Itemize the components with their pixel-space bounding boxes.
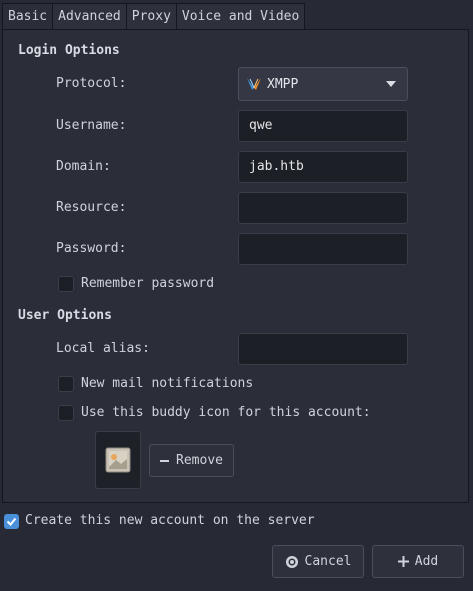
tab-basic[interactable]: Basic [2, 3, 54, 30]
protocol-dropdown[interactable]: XMPP [238, 67, 408, 101]
buddy-icon-label: Use this buddy icon for this account: [81, 405, 371, 420]
password-label: Password: [56, 241, 127, 256]
chevron-down-icon [386, 81, 396, 87]
protocol-label: Protocol: [56, 76, 127, 91]
resource-field[interactable] [238, 192, 408, 224]
create-account-checkbox[interactable] [4, 514, 19, 529]
plus-icon [397, 556, 409, 567]
resource-label: Resource: [56, 200, 127, 215]
add-button[interactable]: Add [372, 545, 464, 578]
domain-label: Domain: [56, 159, 111, 174]
user-options-title: User Options [18, 308, 112, 323]
domain-field[interactable]: jab.htb [238, 151, 408, 183]
remove-icon-button[interactable]: Remove [149, 444, 234, 477]
tab-proxy[interactable]: Proxy [126, 3, 177, 30]
remember-password-label: Remember password [81, 276, 215, 291]
add-label: Add [414, 554, 439, 569]
create-account-label: Create this new account on the server [25, 513, 315, 528]
minus-icon [160, 459, 170, 462]
checkmark-icon [6, 517, 17, 526]
remember-password-checkbox[interactable] [58, 276, 74, 292]
xmpp-icon [247, 78, 261, 90]
new-mail-checkbox[interactable] [58, 376, 74, 392]
cancel-button[interactable]: Cancel [272, 545, 364, 578]
buddy-icon-button[interactable] [95, 431, 141, 489]
local-alias-label: Local alias: [56, 341, 150, 356]
cancel-icon [285, 555, 299, 569]
username-label: Username: [56, 118, 127, 133]
login-options-title: Login Options [18, 43, 120, 58]
new-mail-label: New mail notifications [81, 376, 254, 391]
password-field[interactable] [238, 233, 408, 265]
tab-advanced[interactable]: Advanced [53, 3, 127, 30]
tab-bar: Basic Advanced Proxy Voice and Video [2, 3, 306, 30]
buddy-icon-checkbox[interactable] [58, 405, 74, 421]
cancel-label: Cancel [304, 554, 352, 569]
remove-label: Remove [176, 453, 223, 468]
local-alias-field[interactable] [238, 333, 408, 365]
protocol-value: XMPP [267, 76, 299, 92]
tab-voice-and-video[interactable]: Voice and Video [176, 3, 306, 30]
basic-tab-panel: Login Options Protocol: XMPP Username: q… [2, 29, 469, 503]
username-field[interactable]: qwe [238, 110, 408, 142]
image-placeholder-icon [105, 447, 131, 473]
